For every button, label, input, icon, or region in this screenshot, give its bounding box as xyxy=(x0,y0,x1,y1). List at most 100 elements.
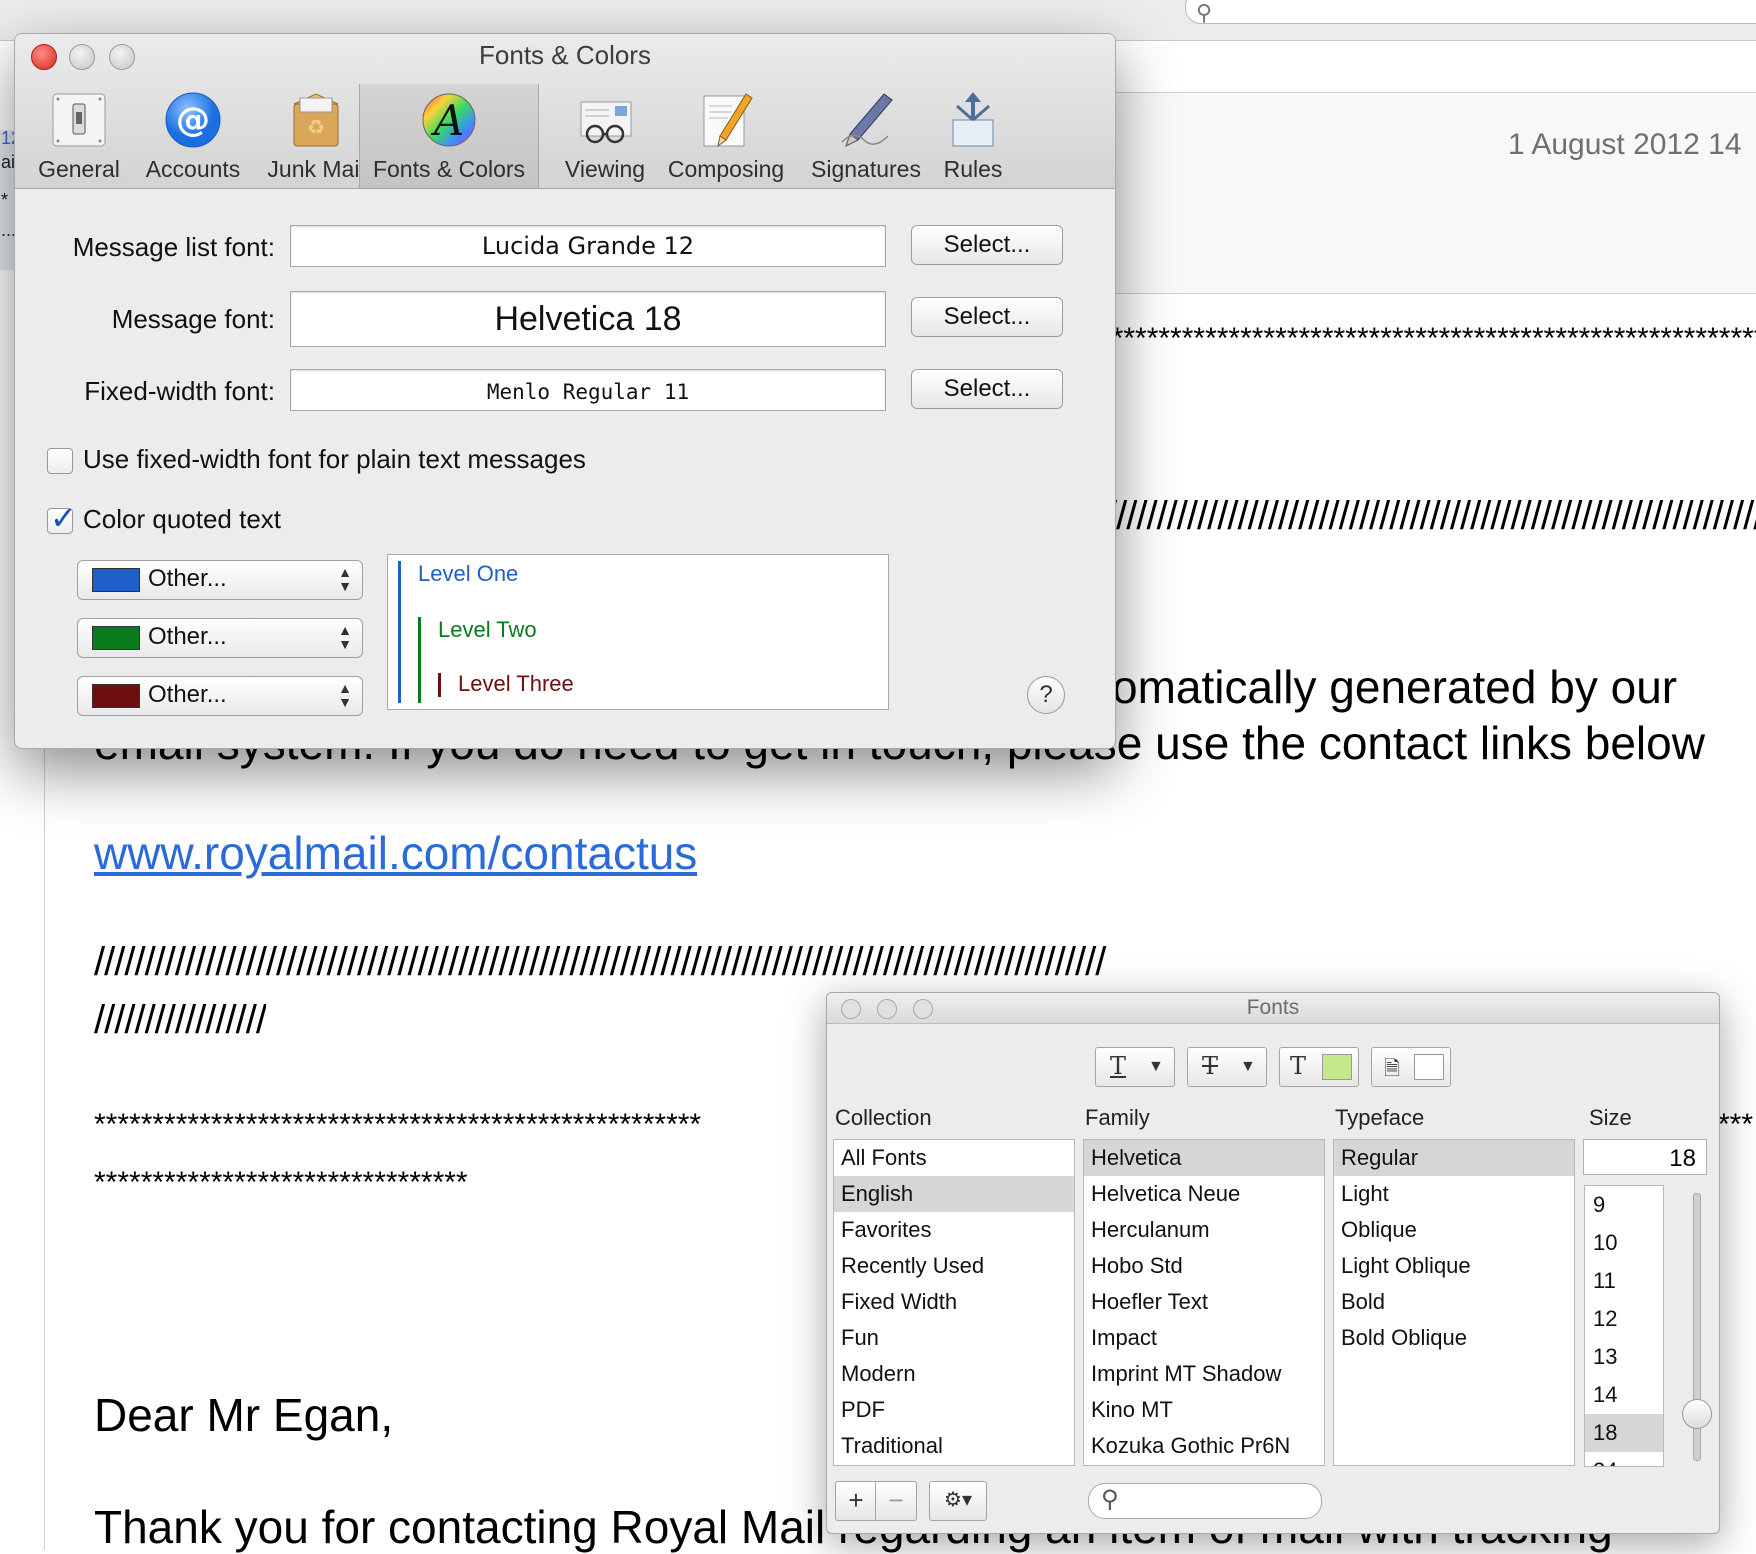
list-item[interactable]: Hoefler Text xyxy=(1084,1284,1324,1320)
fonts-panel-title: Fonts xyxy=(827,993,1719,1024)
color-quoted-text-checkbox[interactable]: ✓ xyxy=(47,500,77,536)
quote-level-two-color-popup[interactable]: Other... ▲ ▼ xyxy=(77,618,363,658)
toolbar-tab-accounts[interactable]: @ Accounts xyxy=(132,84,254,188)
add-collection-button[interactable]: + xyxy=(835,1481,877,1521)
message-list-fragment: * xyxy=(1,190,9,210)
toolbar-tab-rules[interactable]: Rules xyxy=(923,84,1023,188)
list-item[interactable]: Imprint MT Shadow xyxy=(1084,1356,1324,1392)
typeface-header: Typeface xyxy=(1335,1105,1425,1130)
use-fixed-width-checkbox[interactable] xyxy=(47,448,73,474)
list-item-selected[interactable]: 18 xyxy=(1585,1414,1663,1452)
list-item[interactable]: Impact xyxy=(1084,1320,1324,1356)
zoom-panel-button[interactable] xyxy=(913,999,933,1019)
toolbar-tab-composing[interactable]: Composing xyxy=(651,84,801,188)
stepper-arrows-icon: ▲ ▼ xyxy=(338,680,352,710)
message-list-fragment: ai xyxy=(1,152,16,172)
list-item[interactable]: Hobo Std xyxy=(1084,1248,1324,1284)
list-item[interactable]: Helvetica Neue xyxy=(1084,1176,1324,1212)
list-item[interactable]: Favorites xyxy=(834,1212,1074,1248)
list-item[interactable]: PDF xyxy=(834,1392,1074,1428)
list-item[interactable]: Light Oblique xyxy=(1334,1248,1574,1284)
font-search-field[interactable]: ⚲ xyxy=(1088,1483,1322,1519)
strikethrough-popup[interactable]: T ▼ xyxy=(1187,1047,1267,1087)
close-panel-button[interactable] xyxy=(841,999,861,1019)
size-input[interactable]: 18 xyxy=(1583,1139,1707,1175)
list-item-selected[interactable]: English xyxy=(834,1176,1074,1212)
pane-divider[interactable] xyxy=(44,730,45,1550)
list-item[interactable]: Bold xyxy=(1334,1284,1574,1320)
message-list-strip[interactable]: 12 ai * ... xyxy=(0,128,21,270)
select-message-font-button[interactable]: Select... xyxy=(911,297,1063,337)
action-menu-button[interactable]: ⚙▾ xyxy=(929,1481,987,1521)
gear-icon: ⚙▾ xyxy=(944,1489,972,1511)
document-color-button[interactable]: 🗎 xyxy=(1371,1047,1451,1087)
list-item[interactable]: Fun xyxy=(834,1320,1074,1356)
list-item[interactable]: Oblique xyxy=(1334,1212,1574,1248)
message-header xyxy=(1090,92,1756,294)
svg-text:A: A xyxy=(430,96,464,145)
list-item[interactable]: Fixed Width xyxy=(834,1284,1074,1320)
list-item[interactable]: 24 xyxy=(1585,1452,1663,1466)
contact-link[interactable]: www.royalmail.com/contactus xyxy=(94,826,697,880)
list-item-selected[interactable]: Helvetica xyxy=(1084,1140,1324,1176)
toolbar-tab-fonts-colors[interactable]: A Fonts & Colors xyxy=(359,84,539,188)
list-item[interactable]: 11 xyxy=(1585,1262,1663,1300)
remove-collection-button[interactable]: − xyxy=(875,1481,917,1521)
popup-label: Other... xyxy=(148,565,227,592)
quote-level-three-color-popup[interactable]: Other... ▲ ▼ xyxy=(77,676,363,716)
fonts-colors-icon: A xyxy=(422,93,476,147)
list-item[interactable]: 12 xyxy=(1585,1300,1663,1338)
stars-line: ******************************** xyxy=(94,1166,468,1199)
list-item[interactable]: Bold Oblique xyxy=(1334,1320,1574,1356)
stepper-arrows-icon: ▲ ▼ xyxy=(338,622,352,652)
toolbar-tab-signatures[interactable]: Signatures xyxy=(791,84,941,188)
size-slider-knob[interactable] xyxy=(1682,1399,1712,1429)
help-button[interactable]: ? xyxy=(1027,676,1065,714)
preferences-window: Fonts & Colors General @ Accounts ♻ Junk… xyxy=(14,33,1116,749)
message-list-font-field: Lucida Grande 12 xyxy=(290,225,886,267)
toolbar-tab-label: Signatures xyxy=(811,156,921,182)
minimize-panel-button[interactable] xyxy=(877,999,897,1019)
toolbar-tab-general[interactable]: General xyxy=(29,84,129,188)
quote-level-one-color-popup[interactable]: Other... ▲ ▼ xyxy=(77,560,363,600)
window-title: Fonts & Colors xyxy=(479,40,651,70)
mail-search-field[interactable] xyxy=(1185,0,1756,24)
text-color-button[interactable]: T xyxy=(1279,1047,1359,1087)
list-item[interactable]: Herculanum xyxy=(1084,1212,1324,1248)
stars-line: ****************************************… xyxy=(1100,322,1756,355)
document-color-swatch xyxy=(1414,1054,1444,1080)
greeting-text: Dear Mr Egan, xyxy=(94,1389,394,1441)
list-item[interactable]: Light xyxy=(1334,1176,1574,1212)
color-quoted-text-label: Color quoted text xyxy=(83,504,282,534)
select-message-list-font-button[interactable]: Select... xyxy=(911,225,1063,265)
size-list[interactable]: 9 10 11 12 13 14 18 24 xyxy=(1584,1185,1664,1467)
list-item-selected[interactable]: Regular xyxy=(1334,1140,1574,1176)
typeface-list[interactable]: Regular Light Oblique Light Oblique Bold… xyxy=(1333,1139,1575,1466)
list-item[interactable]: 10 xyxy=(1585,1224,1663,1262)
message-date: 1 August 2012 14 xyxy=(1508,128,1742,161)
size-header: Size xyxy=(1589,1105,1632,1130)
collection-list[interactable]: All Fonts English Favorites Recently Use… xyxy=(833,1139,1075,1466)
fixed-width-font-label: Fixed-width font: xyxy=(84,376,275,406)
preferences-toolbar: Fonts & Colors General @ Accounts ♻ Junk… xyxy=(15,34,1115,189)
fixed-width-font-field: Menlo Regular 11 xyxy=(290,369,886,411)
search-icon: ⚲ xyxy=(1101,1486,1119,1513)
slashes-line: ////////////////////////////////////////… xyxy=(1106,494,1756,538)
family-list[interactable]: Helvetica Helvetica Neue Herculanum Hobo… xyxy=(1083,1139,1325,1466)
list-item[interactable]: Kozuka Gothic Pr6N xyxy=(1084,1428,1324,1464)
chevron-down-icon: ▼ xyxy=(1148,1058,1164,1075)
list-item[interactable]: 14 xyxy=(1585,1376,1663,1414)
quote-level-preview: Level One Level Two Level Three xyxy=(387,554,889,710)
list-item[interactable]: Traditional xyxy=(834,1428,1074,1464)
list-item[interactable]: Recently Used xyxy=(834,1248,1074,1284)
search-icon: ⚲ xyxy=(1196,0,1213,25)
text-color-icon: T xyxy=(1290,1052,1307,1080)
select-fixed-width-font-button[interactable]: Select... xyxy=(911,369,1063,409)
underline-popup[interactable]: T ▼ xyxy=(1095,1047,1175,1087)
list-item[interactable]: Modern xyxy=(834,1356,1074,1392)
list-item[interactable]: 9 xyxy=(1585,1186,1663,1224)
list-item[interactable]: All Fonts xyxy=(834,1140,1074,1176)
color-swatch xyxy=(92,684,140,708)
list-item[interactable]: Kino MT xyxy=(1084,1392,1324,1428)
list-item[interactable]: 13 xyxy=(1585,1338,1663,1376)
